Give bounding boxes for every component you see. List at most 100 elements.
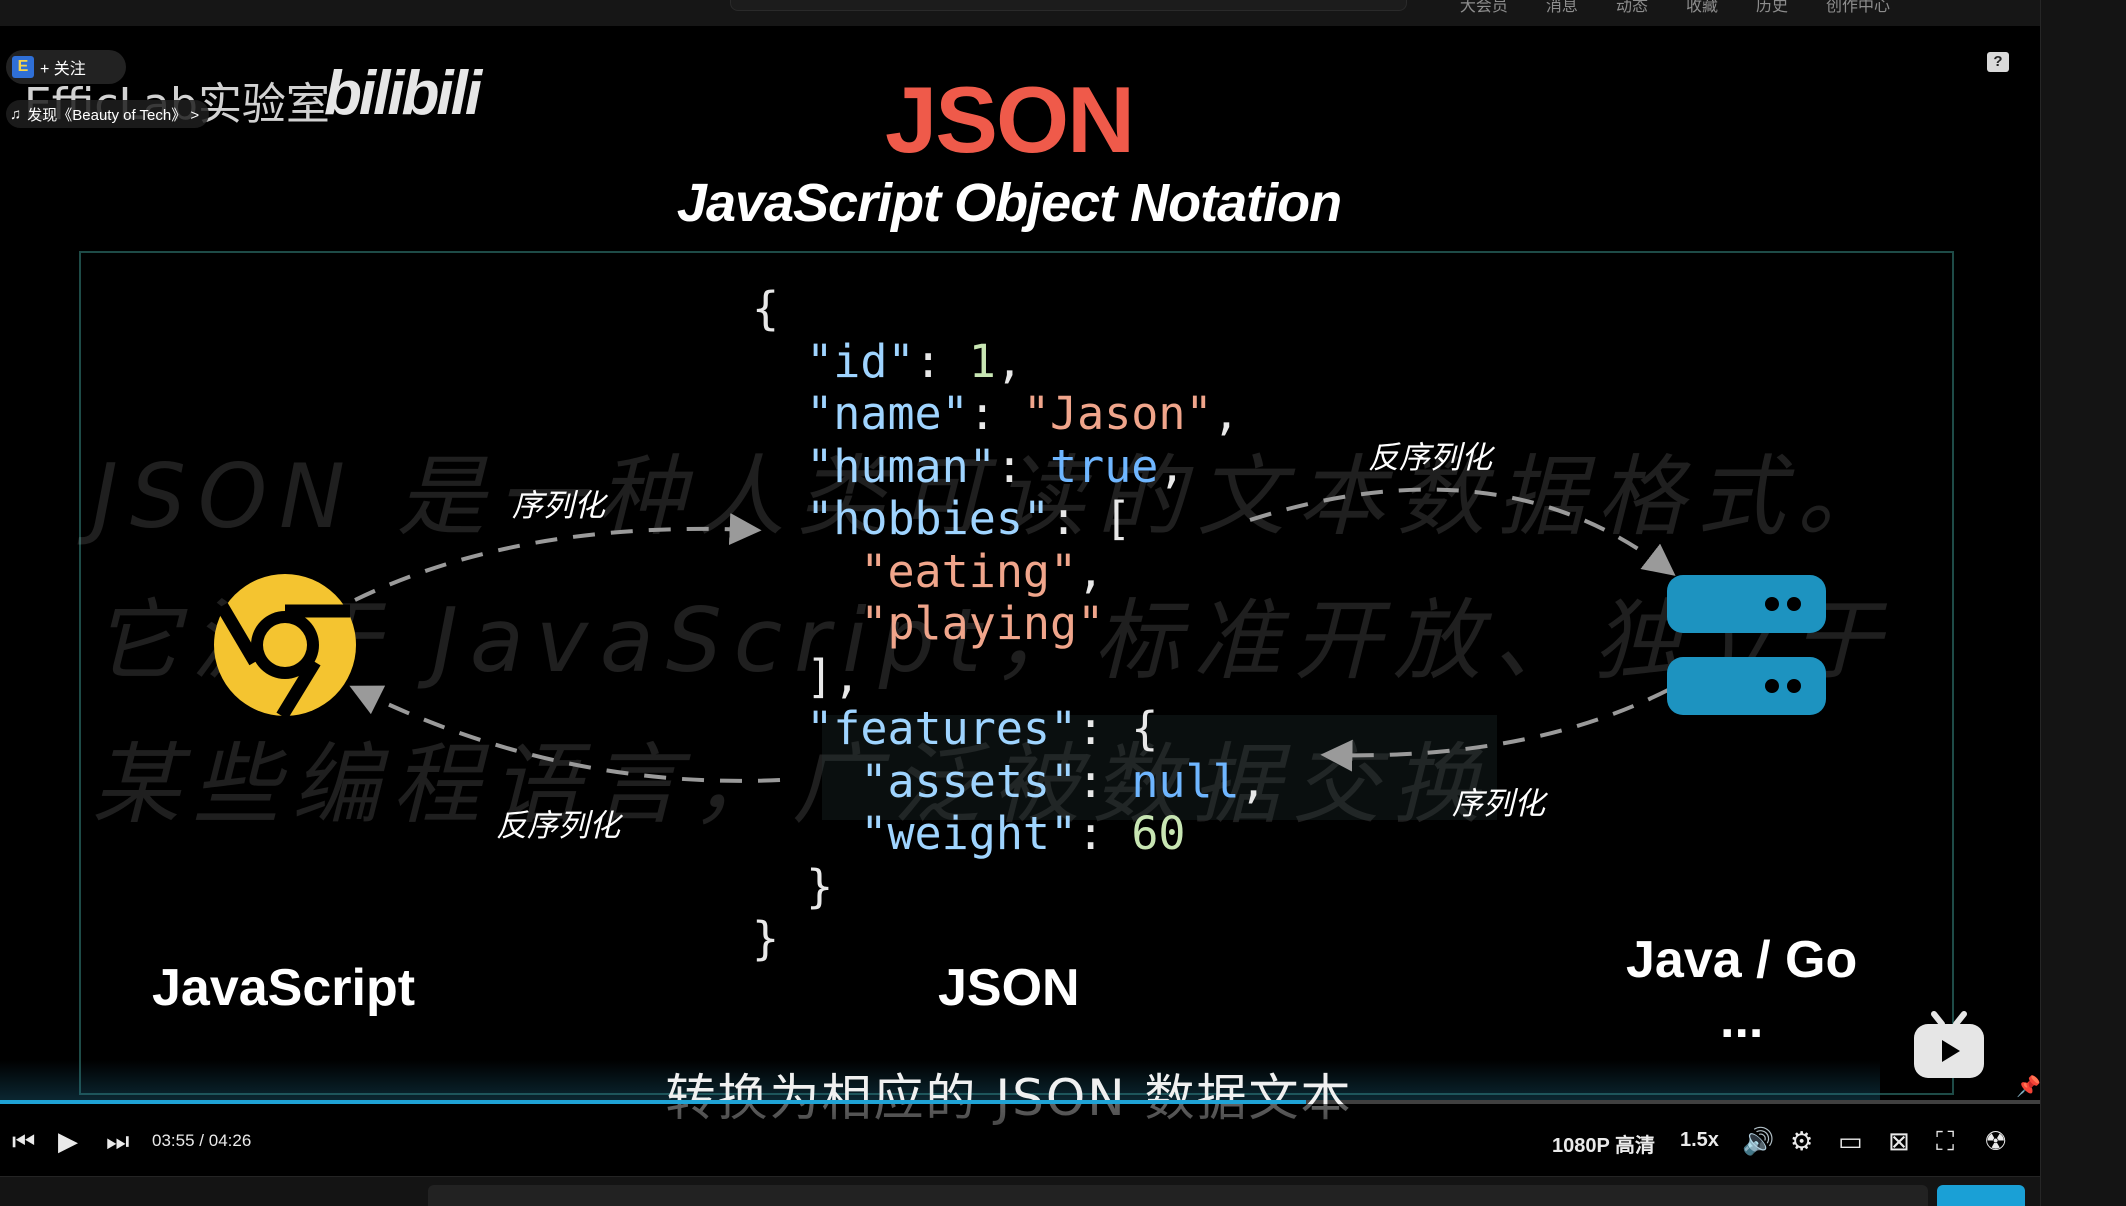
help-icon[interactable]: ? [1987, 52, 2009, 72]
code-token: , [995, 334, 1023, 388]
music-pill[interactable]: ♫ 发现《Beauty of Tech》 > [6, 100, 210, 128]
widescreen-icon[interactable]: ⊠ [1888, 1128, 1910, 1154]
prev-icon[interactable]: ⏮ [12, 1128, 35, 1154]
follow-pill[interactable]: E + 关注 [6, 50, 126, 84]
code-token: true [1050, 439, 1159, 493]
code-token: "id" [806, 334, 915, 388]
music-label: 发现《Beauty of Tech》 > [27, 106, 200, 124]
pin-icon[interactable]: 📌 [2016, 1074, 2041, 1099]
code-token: "eating" [860, 544, 1078, 598]
code-token: "human" [806, 439, 996, 493]
label-json: JSON [938, 959, 1080, 1017]
settings-icon[interactable]: ⚙ [1790, 1128, 1813, 1154]
code-token: , [1158, 439, 1186, 493]
music-note-icon: ♫ [10, 105, 22, 123]
player-controls [0, 1104, 2040, 1176]
time-display: 03:55 / 04:26 [152, 1131, 251, 1151]
slide-subtitle: JavaScript Object Notation [676, 173, 1342, 233]
speed-selector[interactable]: 1.5x [1680, 1129, 1719, 1152]
code-token: : { [1077, 702, 1159, 755]
code-line: "human": true, [752, 439, 1267, 494]
label-ellipsis: ... [1720, 991, 1764, 1049]
code-token: "name" [806, 387, 969, 440]
code-line: "eating", [752, 544, 1267, 599]
next-icon[interactable]: ⏭ [106, 1128, 129, 1154]
json-code-block: { "id": 1, "name": "Jason", "human": tru… [752, 282, 1267, 966]
code-token: : [995, 439, 1051, 493]
bottom-danmaku-bar [0, 1176, 2040, 1206]
nav-vip[interactable]: 大会员 [1460, 0, 1508, 16]
play-icon[interactable]: ▶ [58, 1128, 78, 1154]
code-line: "hobbies": [ [752, 492, 1267, 546]
label-serialize-left: 序列化 [512, 488, 605, 524]
code-token: null [1131, 754, 1240, 808]
code-token: 60 [1131, 807, 1186, 860]
label-deserialize-right: 反序列化 [1368, 440, 1492, 476]
code-token: "weight" [860, 807, 1078, 860]
code-line: "playing" [752, 597, 1267, 651]
code-token: , [1077, 544, 1105, 598]
time-separator: / [199, 1131, 205, 1150]
code-token: "Jason" [1022, 387, 1213, 440]
code-token: ], [752, 649, 861, 703]
code-token: , [1212, 387, 1240, 440]
quality-selector[interactable]: 1080P 高清 [1552, 1129, 1655, 1158]
code-token: , [1239, 754, 1267, 808]
code-line: "features": { [752, 702, 1267, 756]
code-token: "features" [806, 702, 1078, 755]
code-token: : [1077, 807, 1132, 860]
search-box[interactable] [730, 0, 1407, 11]
code-token: "playing" [860, 597, 1105, 650]
pip-icon[interactable]: ▭ [1838, 1128, 1863, 1154]
fullscreen-icon[interactable]: ⛶ [1936, 1128, 1954, 1154]
bilibili-tv-icon[interactable] [1912, 1010, 1986, 1082]
code-line: } [752, 859, 1267, 914]
code-token: : [968, 387, 1023, 440]
code-token: : [ [1050, 492, 1132, 545]
right-rail [2040, 0, 2126, 1206]
code-token: "assets" [860, 754, 1078, 808]
code-line: "name": "Jason", [752, 387, 1267, 441]
volume-icon[interactable]: 🔊 [1742, 1128, 1774, 1154]
nav-creator-center[interactable]: 创作中心 [1826, 0, 1890, 16]
code-token: } [752, 912, 780, 965]
channel-avatar-icon: E [12, 56, 34, 78]
danmaku-input[interactable] [428, 1185, 1928, 1206]
bilibili-logo: bilibili [324, 59, 482, 128]
total-time: 04:26 [208, 1131, 252, 1150]
nav-dynamics[interactable]: 动态 [1616, 0, 1648, 16]
code-token: 1 [968, 334, 996, 388]
code-line: ], [752, 649, 1267, 704]
code-line: "assets": null, [752, 754, 1267, 809]
top-nav-links: 大会员 消息 动态 收藏 历史 创作中心 [1460, 0, 1890, 16]
code-token: { [752, 282, 780, 335]
label-deserialize-left: 反序列化 [496, 808, 620, 844]
code-token: : [1077, 754, 1132, 808]
label-javascript: JavaScript [152, 959, 416, 1017]
nav-messages[interactable]: 消息 [1546, 0, 1578, 16]
top-nav-bar: 大会员 消息 动态 收藏 历史 创作中心 [0, 0, 2040, 26]
follow-button[interactable]: + 关注 [40, 55, 86, 79]
nav-favorites[interactable]: 收藏 [1686, 0, 1718, 16]
current-time: 03:55 [152, 1131, 195, 1150]
nav-history[interactable]: 历史 [1756, 0, 1788, 16]
label-java-go: Java / Go [1626, 931, 1858, 989]
code-token: } [752, 859, 834, 913]
code-token: "hobbies" [806, 492, 1051, 545]
code-line: "weight": 60 [752, 807, 1267, 861]
code-token: : [914, 334, 969, 388]
label-serialize-right: 序列化 [1452, 786, 1545, 822]
send-button[interactable] [1937, 1185, 2025, 1206]
code-line: "id": 1, [752, 334, 1267, 389]
danmaku-toggle-icon[interactable]: ☢ [1984, 1128, 2007, 1154]
code-line: { [752, 282, 1267, 336]
